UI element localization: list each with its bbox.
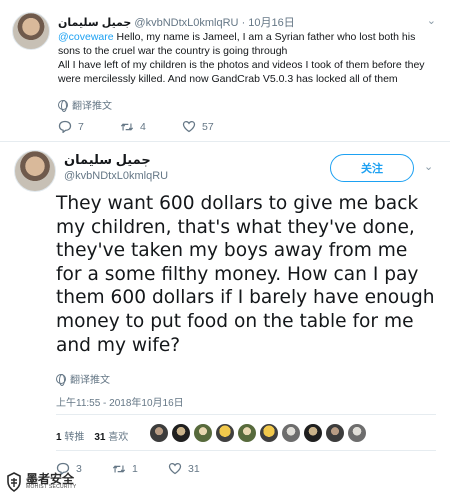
like-count: 57: [202, 120, 214, 133]
likes-number: 31: [94, 432, 106, 443]
mention-link[interactable]: @coveware: [58, 31, 114, 43]
translate-tweet-link[interactable]: 翻译推文: [58, 97, 112, 112]
tweet-text: They want 600 dollars to give me back my…: [56, 193, 435, 356]
tweet-stats: 1 转推 31 喜欢: [56, 428, 128, 443]
divider: [0, 141, 450, 142]
reply-body-text: Hello, my name is Jameel, I am a Syrian …: [58, 31, 425, 85]
retweet-icon: [112, 464, 126, 473]
translate-label: 翻译推文: [72, 101, 112, 112]
reply-button[interactable]: 7: [58, 120, 120, 133]
heart-icon: [182, 120, 196, 133]
tweet-screenshot: جميل سليمان @kvbNDtxL0kmlqRU · 10月16日 ⌄ …: [0, 0, 450, 500]
user-name[interactable]: جميل سليمان: [58, 17, 131, 29]
reply-tweet-header: جميل سليمان @kvbNDtxL0kmlqRU · 10月16日: [58, 14, 295, 30]
like-button[interactable]: 57: [182, 120, 244, 133]
like-count: 31: [188, 462, 200, 475]
reply-icon: [58, 120, 72, 133]
avatar[interactable]: [12, 12, 50, 50]
avatar[interactable]: [326, 424, 344, 442]
globe-icon: [56, 373, 66, 386]
divider: [56, 450, 436, 451]
avatar[interactable]: [348, 424, 366, 442]
watermark-en: MOHIST SECURITY: [26, 483, 77, 490]
translate-label: 翻译推文: [70, 375, 110, 386]
user-handle[interactable]: @kvbNDtxL0kmlqRU: [134, 17, 238, 29]
retweet-button[interactable]: 1: [112, 463, 168, 475]
retweets-number: 1: [56, 432, 62, 443]
reply-tweet[interactable]: جميل سليمان @kvbNDtxL0kmlqRU · 10月16日 ⌄ …: [0, 0, 450, 140]
reply-tweet-text: @coveware Hello, my name is Jameel, I am…: [58, 30, 430, 86]
likes-stat[interactable]: 31 喜欢: [94, 428, 128, 443]
watermark-text: 墨者安全 MOHIST SECURITY: [26, 471, 77, 491]
avatar[interactable]: [282, 424, 300, 442]
reply-count: 7: [78, 120, 84, 133]
chevron-down-icon[interactable]: ⌄: [424, 160, 433, 173]
tweet-date[interactable]: · 10月16日: [242, 17, 295, 29]
retweets-stat[interactable]: 1 转推: [56, 428, 84, 443]
retweet-count: 1: [132, 462, 138, 475]
user-handle[interactable]: @kvbNDtxL0kmlqRU: [64, 170, 168, 182]
retweets-label: 转推: [64, 432, 85, 443]
avatar[interactable]: [216, 424, 234, 442]
watermark-logo: 墨者安全 MOHIST SECURITY: [6, 472, 77, 492]
retweet-icon: [120, 122, 134, 131]
tweet-actions: 3 1 31: [56, 462, 224, 475]
user-name[interactable]: جميل سليمان: [64, 152, 151, 168]
avatar[interactable]: [194, 424, 212, 442]
avatar[interactable]: [304, 424, 322, 442]
tweet-actions: 7 4 57: [58, 120, 244, 133]
avatar[interactable]: [260, 424, 278, 442]
follow-button[interactable]: 关注: [330, 154, 414, 182]
reply-count: 3: [76, 462, 82, 475]
liker-avatars: [150, 424, 366, 442]
retweet-count: 4: [140, 120, 146, 133]
tweet-timestamp[interactable]: 上午11:55 - 2018年10月16日: [56, 394, 184, 409]
avatar[interactable]: [14, 150, 56, 192]
globe-icon: [58, 99, 68, 112]
like-button[interactable]: 31: [168, 462, 224, 475]
shield-logo-icon: [7, 472, 21, 492]
avatar[interactable]: [238, 424, 256, 442]
avatar[interactable]: [150, 424, 168, 442]
retweet-button[interactable]: 4: [120, 121, 182, 133]
watermark-cn: 墨者安全: [26, 471, 75, 486]
likes-label: 喜欢: [108, 432, 129, 443]
translate-tweet-link[interactable]: 翻译推文: [56, 371, 110, 386]
heart-icon: [168, 462, 182, 475]
divider: [56, 414, 436, 415]
chevron-down-icon[interactable]: ⌄: [427, 14, 436, 27]
avatar[interactable]: [172, 424, 190, 442]
